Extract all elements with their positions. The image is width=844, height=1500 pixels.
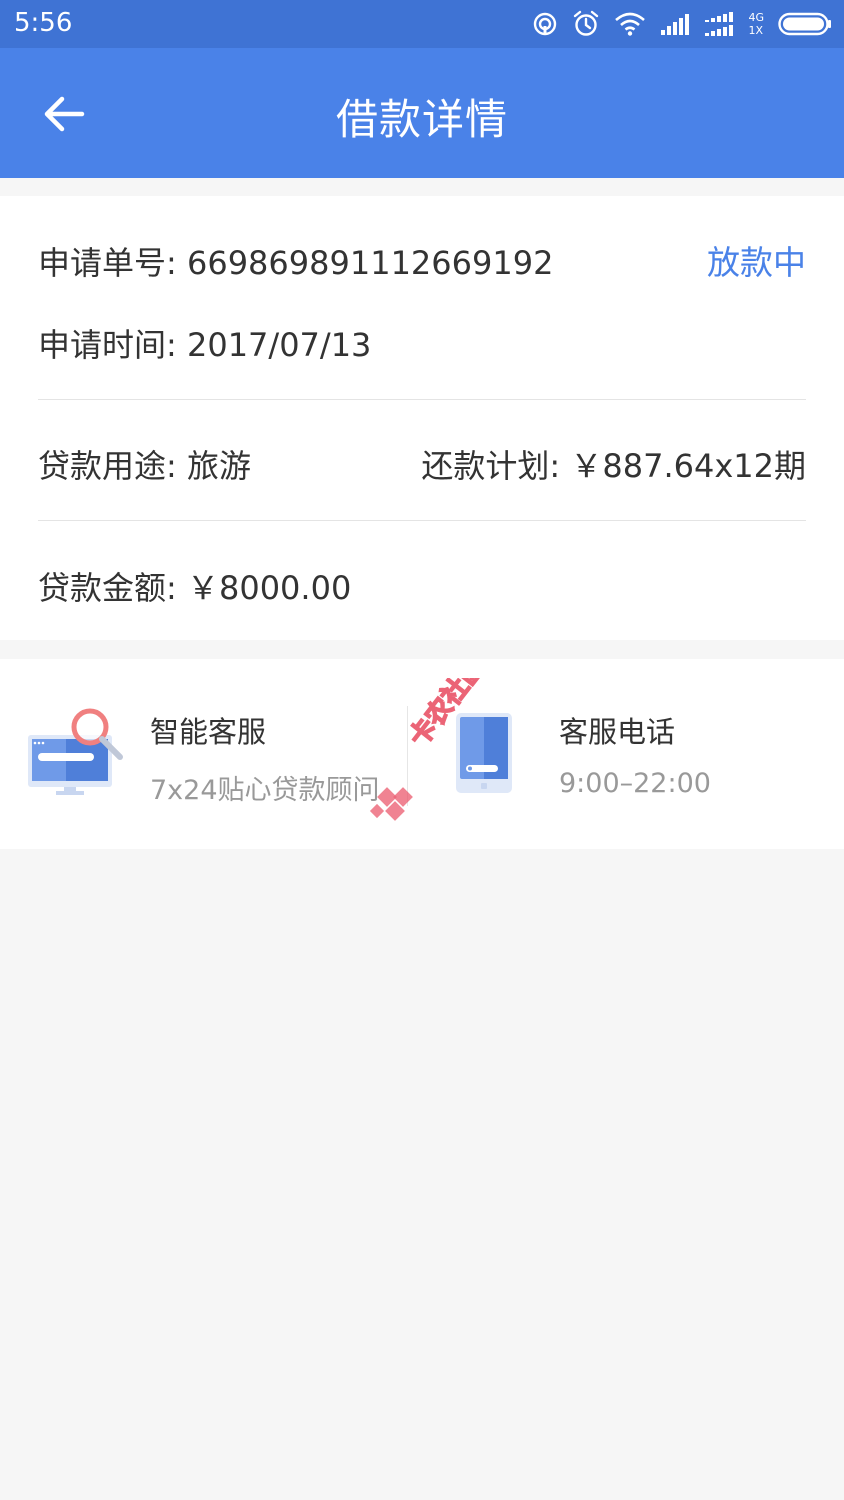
phone-service-title: 客服电话 [559, 715, 676, 749]
smart-service-subtitle: 7x24贴心贷款顾问 [150, 775, 380, 806]
app-bar: 借款详情 [0, 48, 844, 178]
network-type: 4G 1X [748, 11, 764, 37]
amount-value: ￥8000.00 [186, 569, 352, 607]
wifi-icon [615, 12, 646, 36]
application-no-row: 申请单号: 669869891112669192 [38, 238, 553, 284]
status-badge: 放款中 [707, 243, 806, 282]
watermark-text: 卡农社区 [403, 678, 491, 752]
purpose-row: 贷款用途: 旅游 [38, 441, 251, 487]
loan-detail-card: 申请单号: 669869891112669192 放款中 申请时间: 2017/… [0, 196, 844, 640]
status-icons: 4G 1X [532, 6, 832, 42]
amount-row: 贷款金额: ￥8000.00 [38, 563, 351, 609]
alarm-icon [574, 10, 599, 36]
signal-icon [661, 14, 690, 35]
smart-service-title: 智能客服 [150, 715, 267, 749]
repayment-row: 还款计划: ￥887.64x12期 [421, 441, 806, 487]
phone-service-hours: 9:00–22:00 [559, 768, 711, 799]
application-time-label: 申请时间: [38, 326, 177, 364]
application-time-value: 2017/07/13 [186, 326, 372, 364]
status-bar: 5:56 4G 1X [0, 0, 844, 48]
network-type-bottom: 1X [748, 24, 764, 37]
purpose-label: 贷款用途: [38, 447, 177, 485]
page-title: 借款详情 [335, 95, 508, 144]
divider [38, 399, 806, 400]
application-time-row: 申请时间: 2017/07/13 [38, 320, 371, 366]
application-no-value: 669869891112669192 [186, 244, 554, 282]
dual-signal-icon [705, 12, 734, 36]
hotspot-icon [534, 12, 557, 36]
status-time: 5:56 [14, 8, 73, 38]
repayment-label: 还款计划: [421, 447, 561, 485]
watermark-logo: 卡农社区 [369, 678, 492, 821]
amount-label: 贷款金额: [38, 569, 177, 607]
battery-icon [778, 12, 831, 36]
purpose-value: 旅游 [186, 447, 251, 485]
monitor-search-icon [28, 708, 123, 795]
divider [38, 520, 806, 521]
repayment-value: ￥887.64x12期 [570, 447, 806, 485]
smart-service-entry[interactable]: 智能客服 7x24贴心贷款顾问 [0, 659, 406, 849]
application-no-label: 申请单号: [38, 244, 177, 282]
network-type-top: 4G [748, 11, 764, 24]
